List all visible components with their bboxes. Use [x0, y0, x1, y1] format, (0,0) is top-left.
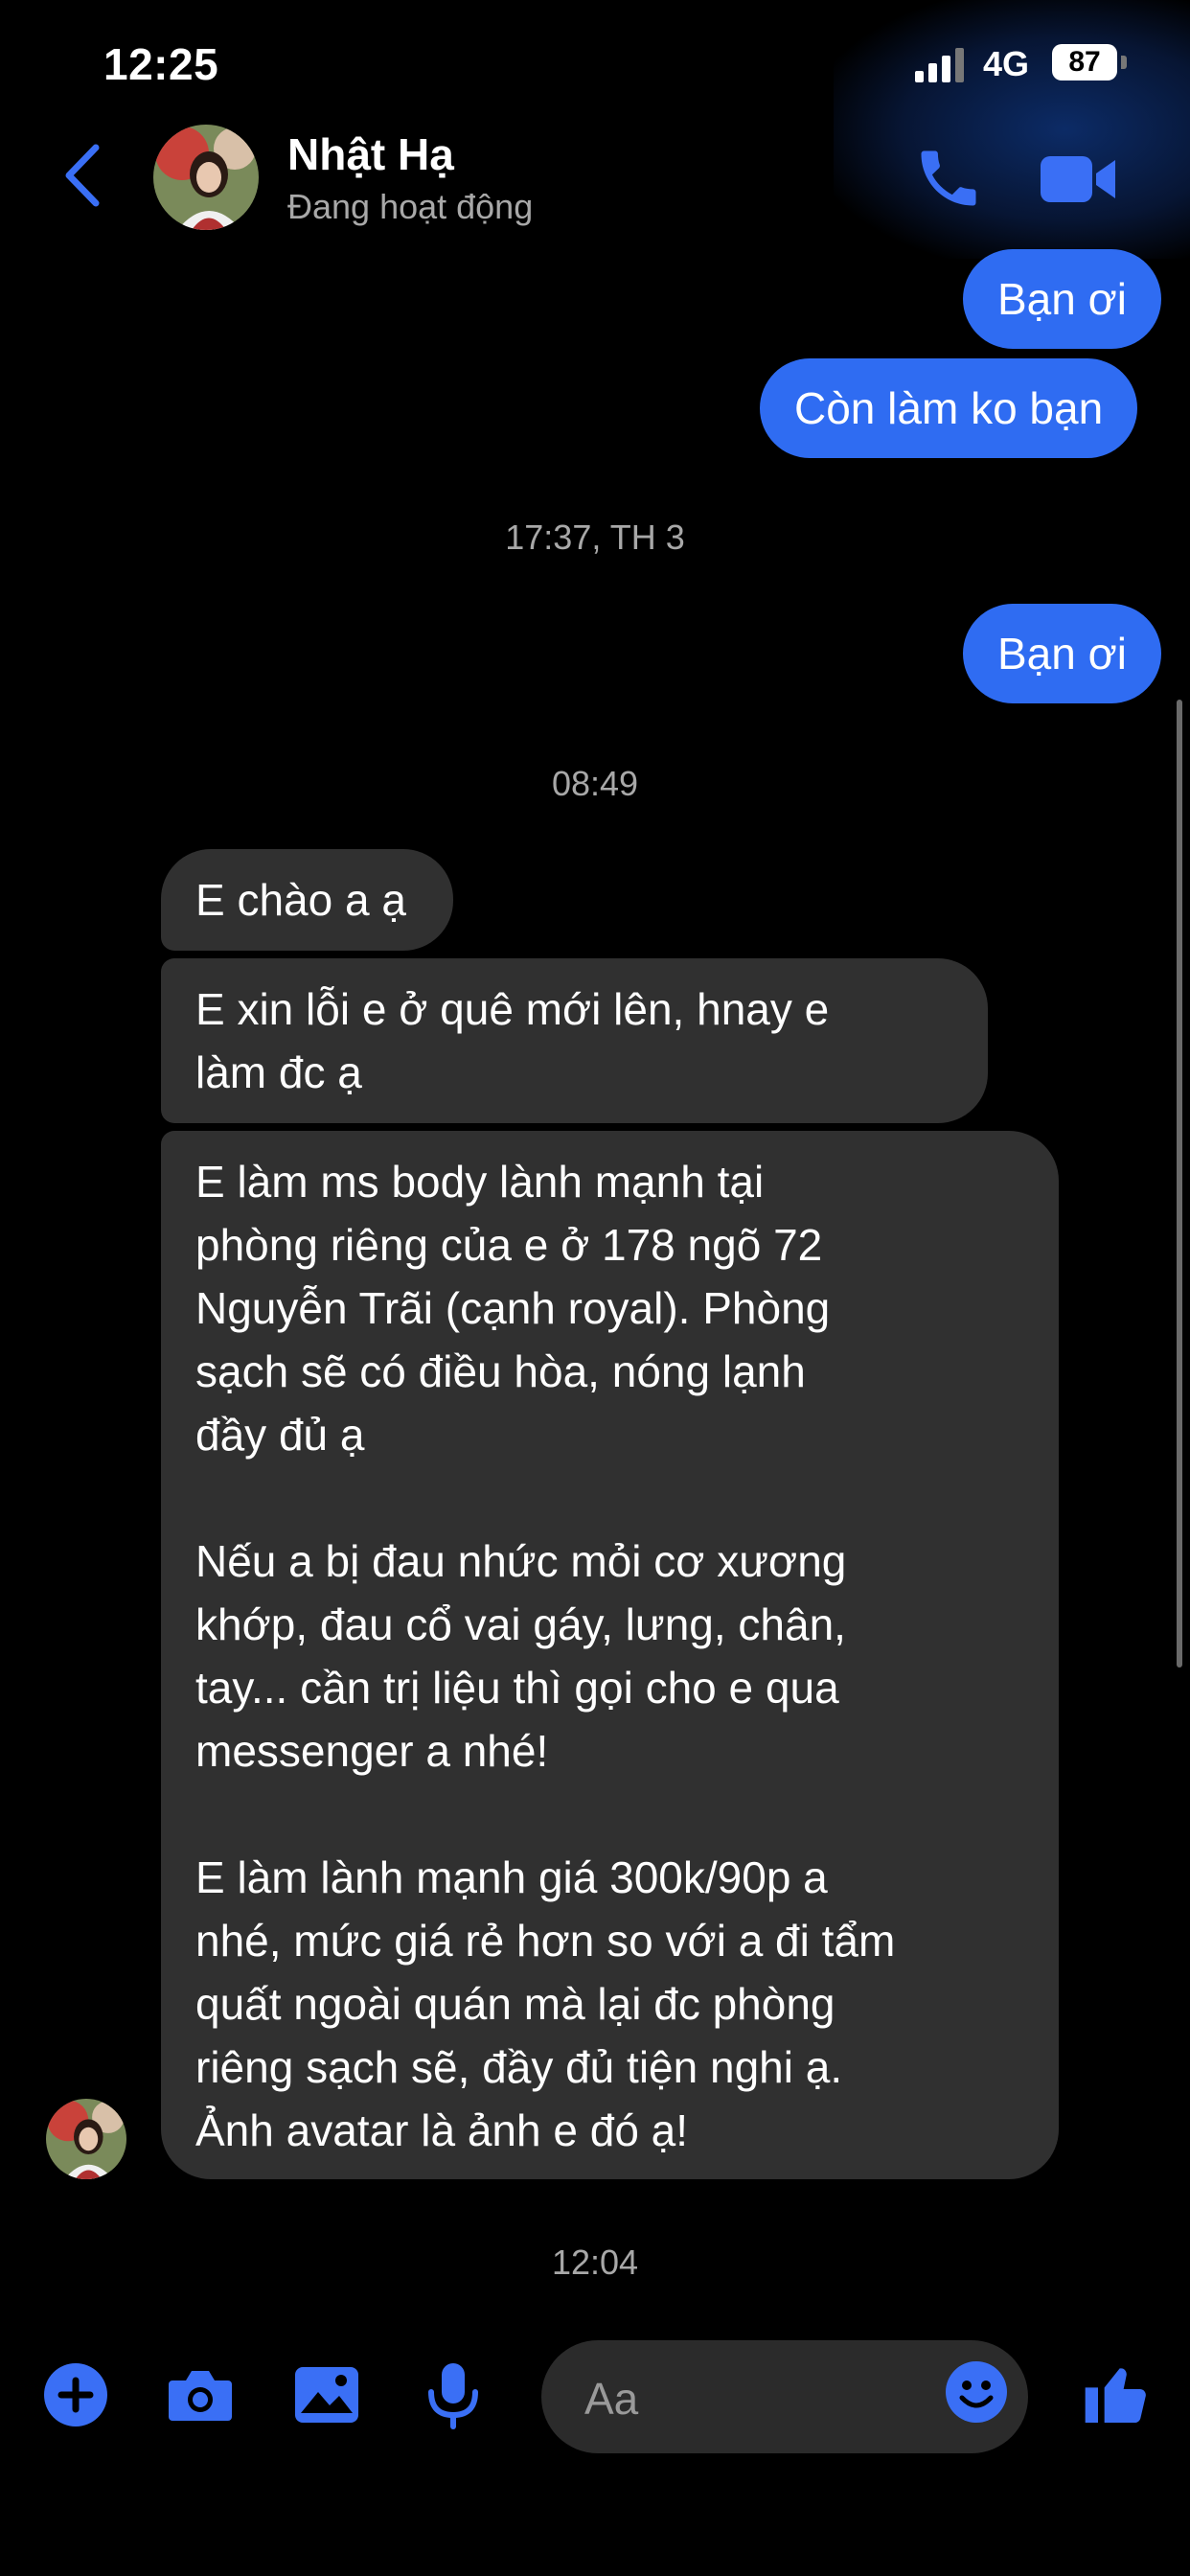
header-glow: [834, 0, 1190, 259]
contact-avatar[interactable]: [153, 125, 259, 230]
sent-message-bubble[interactable]: Còn làm ko bạn: [760, 358, 1138, 458]
message-input-placeholder[interactable]: Aa: [584, 2373, 638, 2425]
battery-icon: 87: [1052, 44, 1117, 80]
contact-status: Đang hoạt động: [287, 187, 534, 226]
timestamp: 08:49: [551, 764, 639, 803]
timestamp: 12:04: [551, 2242, 639, 2282]
sent-message-bubble[interactable]: Bạn ơi: [963, 604, 1162, 703]
signal-icon: [915, 48, 965, 82]
battery-tip: [1121, 56, 1127, 69]
sender-avatar[interactable]: [46, 2099, 126, 2179]
status-time: 12:25: [103, 39, 219, 89]
microphone-icon[interactable]: [418, 2359, 489, 2430]
camera-icon[interactable]: [165, 2359, 236, 2430]
timestamp: 17:37, TH 3: [505, 518, 685, 557]
network-label: 4G: [983, 44, 1030, 83]
emoji-icon[interactable]: [944, 2359, 1009, 2425]
scrollbar[interactable]: [1177, 700, 1182, 1668]
phone-icon[interactable]: [912, 142, 985, 215]
back-icon[interactable]: [59, 142, 107, 209]
sent-message-bubble[interactable]: Bạn ơi: [963, 249, 1162, 349]
video-call-icon[interactable]: [1039, 149, 1117, 210]
contact-name[interactable]: Nhật Hạ: [287, 128, 454, 180]
gallery-icon[interactable]: [291, 2359, 362, 2430]
thumbs-up-icon[interactable]: [1079, 2356, 1156, 2432]
received-message-bubble[interactable]: E xin lỗi e ở quê mới lên, hnay e làm đc…: [161, 958, 988, 1123]
received-message-bubble[interactable]: E chào a ạ: [161, 849, 453, 951]
received-message-bubble[interactable]: E làm ms body lành mạnh tại phòng riêng …: [161, 1131, 1059, 2179]
plus-icon[interactable]: [40, 2359, 111, 2430]
